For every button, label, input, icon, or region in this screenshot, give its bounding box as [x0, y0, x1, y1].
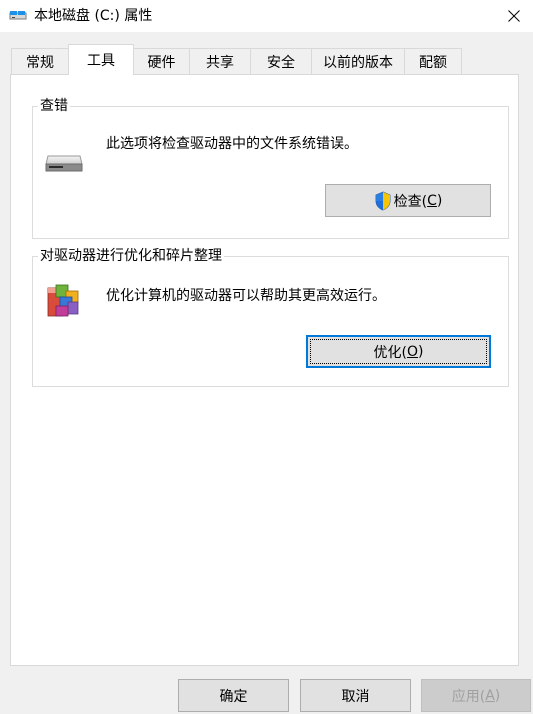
check-button-label: 检查(: [393, 193, 428, 210]
tab-sharing[interactable]: 共享: [189, 48, 251, 74]
tab-label: 共享: [206, 54, 234, 71]
optimize-button-close: ): [418, 343, 424, 360]
error-check-description: 此选项将检查驱动器中的文件系统错误。: [106, 136, 358, 152]
ok-button[interactable]: 确定: [178, 679, 289, 712]
optimize-description: 优化计算机的驱动器可以帮助其更高效运行。: [106, 288, 386, 304]
optimize-group: 对驱动器进行优化和碎片整理 优化计算机的驱动器可以帮助其更高效运行。 优化(O): [32, 247, 509, 387]
tab-label: 以前的版本: [323, 54, 393, 71]
check-button-mnemonic: C: [427, 192, 437, 209]
tools-tab-page: 查错 此选项将检查驱动器中的文件系统错误。 检查(C) 对驱动器进行优化和碎片…: [10, 74, 519, 666]
apply-button-mnemonic: A: [485, 687, 495, 704]
tab-previous-versions[interactable]: 以前的版本: [311, 48, 405, 74]
error-check-group: 查错 此选项将检查驱动器中的文件系统错误。 检查(C): [32, 97, 509, 239]
tab-security[interactable]: 安全: [250, 48, 312, 74]
tab-label: 安全: [267, 54, 295, 71]
tab-label: 工具: [87, 53, 115, 69]
uac-shield-icon: [375, 191, 391, 210]
apply-button-label: 应用(: [451, 688, 486, 705]
group-title: 查错: [38, 97, 70, 115]
apply-button-close: ): [494, 687, 501, 704]
check-button-close: ): [436, 192, 443, 209]
tab-general[interactable]: 常规: [11, 48, 69, 74]
apply-button[interactable]: 应用(A): [421, 679, 531, 712]
optimize-button-label: 优化(: [373, 344, 407, 361]
tab-label: 硬件: [147, 54, 176, 71]
window-title: 本地磁盘 (C:) 属性: [34, 8, 153, 24]
cancel-button[interactable]: 取消: [300, 679, 411, 712]
tab-label: 常规: [26, 54, 54, 71]
defrag-icon: [47, 284, 79, 317]
ok-button-label: 确定: [219, 688, 248, 705]
cancel-button-label: 取消: [341, 688, 370, 705]
group-title: 对驱动器进行优化和碎片整理: [38, 247, 224, 265]
hard-drive-icon: [45, 155, 83, 172]
tab-label: 配额: [419, 54, 447, 71]
close-icon: [508, 10, 520, 22]
tab-hardware[interactable]: 硬件: [133, 48, 190, 74]
optimize-button[interactable]: 优化(O): [306, 335, 491, 368]
close-button[interactable]: [495, 0, 533, 32]
drive-icon: [9, 11, 27, 20]
tab-tools[interactable]: 工具: [68, 44, 134, 75]
tab-quota[interactable]: 配额: [404, 48, 462, 74]
title-bar: 本地磁盘 (C:) 属性: [0, 0, 533, 32]
optimize-button-mnemonic: O: [406, 343, 419, 360]
check-button[interactable]: 检查(C): [325, 184, 491, 217]
